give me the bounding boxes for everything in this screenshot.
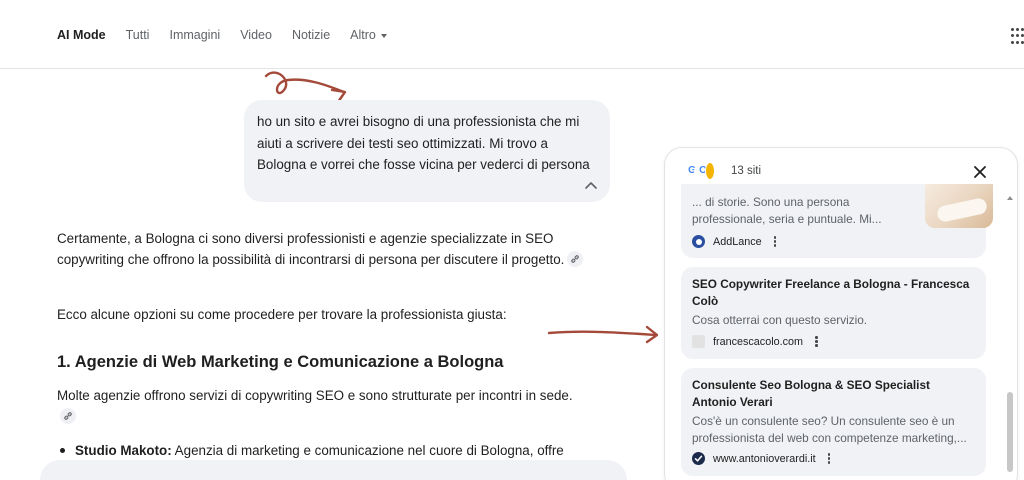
tab-ai-mode[interactable]: AI Mode [57,27,106,43]
source-site-name: www.antonioverardi.it [713,452,816,465]
answer-paragraph: Molte agenzie offrono servizi di copywri… [57,386,587,427]
answer-paragraph-text: Molte agenzie offrono servizi di copywri… [57,388,573,403]
source-site: AddLance [692,235,777,248]
source-site-name: francescacolo.com [713,335,804,348]
link-icon[interactable] [60,407,76,424]
source-title[interactable]: SEO Copywriter Freelance a Bologna - Fra… [692,276,977,309]
source-card[interactable]: SEO Copywriter Freelance a Bologna - Fra… [681,267,986,359]
bullet-icon [60,447,65,453]
follow-up-input[interactable] [40,460,627,480]
source-site-name: AddLance [713,235,762,248]
answer-paragraph: Certamente, a Bologna ci sono diversi pr… [57,229,587,270]
panel-scrollbar[interactable] [1007,196,1013,476]
source-snippet: ... di storie. Sono una persona professi… [692,195,882,226]
tab-altro-label: Altro [350,28,376,42]
close-icon[interactable] [973,165,987,179]
more-vert-icon[interactable] [815,336,818,347]
source-site: francescacolo.com [692,335,818,348]
more-vert-icon[interactable] [827,453,831,464]
tab-notizie[interactable]: Notizie [292,27,330,43]
addlance-favicon-icon [692,235,705,248]
source-thumbnail [925,184,993,228]
user-query-text: ho un sito e avrei bisogno di una profes… [257,114,590,172]
chevron-up-icon[interactable] [584,180,598,190]
dropdown-caret-icon [380,33,387,38]
source-site: www.antonioverardi.it [692,452,831,465]
site-favicon-icon [705,162,715,180]
list-item-text: Agenzia di marketing e comunicazione nel… [171,443,564,458]
source-card[interactable]: Consulente Seo Bologna & SEO Specialist … [681,368,986,476]
sources-header: G O 13 siti [683,162,761,180]
source-snippet: Cos'è un consulente seo? Un consulente s… [692,414,967,445]
tab-tutti[interactable]: Tutti [126,27,150,43]
user-query-bubble: ho un sito e avrei bisogno di una profes… [244,100,610,202]
link-icon[interactable] [567,250,584,267]
answer-paragraph: Ecco alcune opzioni su come procedere pe… [57,307,507,322]
right-arrow-annotation [547,325,659,344]
checkmark-favicon-icon [692,452,705,465]
answer-paragraph-text: Certamente, a Bologna ci sono diversi pr… [57,231,565,267]
tab-altro[interactable]: Altro [350,27,387,43]
source-snippet: Cosa otterrai con questo servizio. [692,313,868,327]
list-item: Studio Makoto: Agenzia di marketing e co… [57,441,597,462]
scroll-thumb[interactable] [1007,392,1013,472]
sources-count: 13 siti [731,165,762,177]
answer-heading: 1. Agenzie di Web Marketing e Comunicazi… [57,353,504,371]
search-tabs: AI Mode Tutti Immagini Video Notizie Alt… [57,27,407,43]
more-vert-icon[interactable] [773,236,777,247]
source-card[interactable]: ... di storie. Sono una persona professi… [681,184,993,258]
sources-panel: G O 13 siti ... di storie. Sono una pers… [664,147,1018,480]
source-favicons: G O [683,162,723,180]
source-title[interactable]: Consulente Seo Bologna & SEO Specialist … [692,377,977,410]
site-favicon-icon [692,335,705,348]
tab-video[interactable]: Video [240,27,272,43]
scroll-up-icon[interactable] [1007,196,1013,200]
list-item-bold: Studio Makoto: [75,443,172,458]
tab-immagini[interactable]: Immagini [169,27,220,43]
top-navigation: AI Mode Tutti Immagini Video Notizie Alt… [0,0,1024,69]
apps-grid-icon[interactable] [1011,28,1024,44]
